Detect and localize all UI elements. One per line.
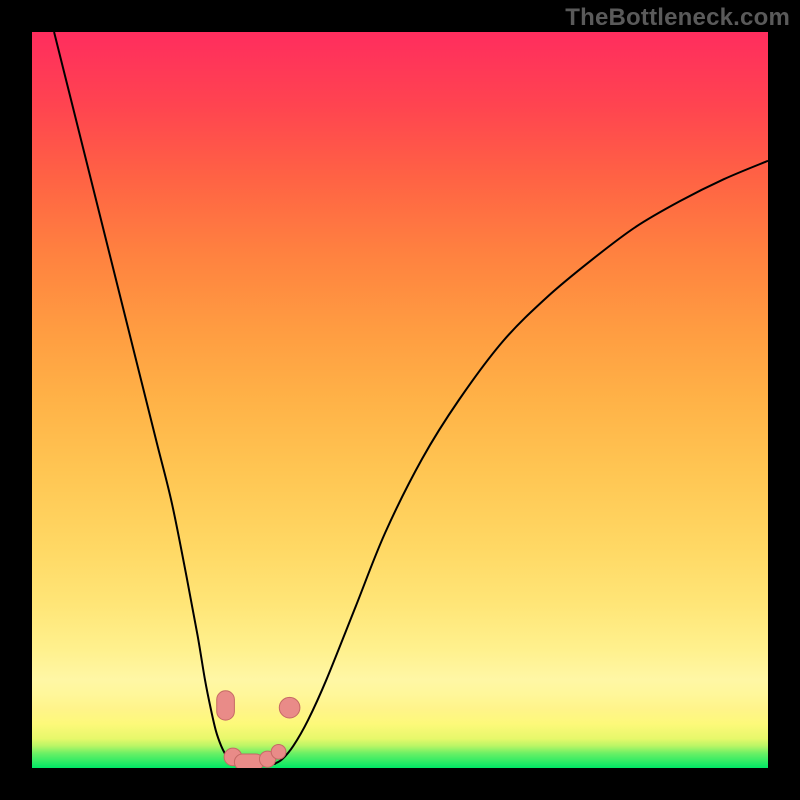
- data-marker: [271, 744, 286, 759]
- watermark-text: TheBottleneck.com: [565, 4, 790, 32]
- data-marker: [279, 697, 300, 718]
- data-marker: [217, 691, 235, 720]
- markers-group: [217, 691, 300, 768]
- chart-container: TheBottleneck.com: [0, 0, 800, 800]
- data-markers: [32, 32, 768, 768]
- plot-area: [32, 32, 768, 768]
